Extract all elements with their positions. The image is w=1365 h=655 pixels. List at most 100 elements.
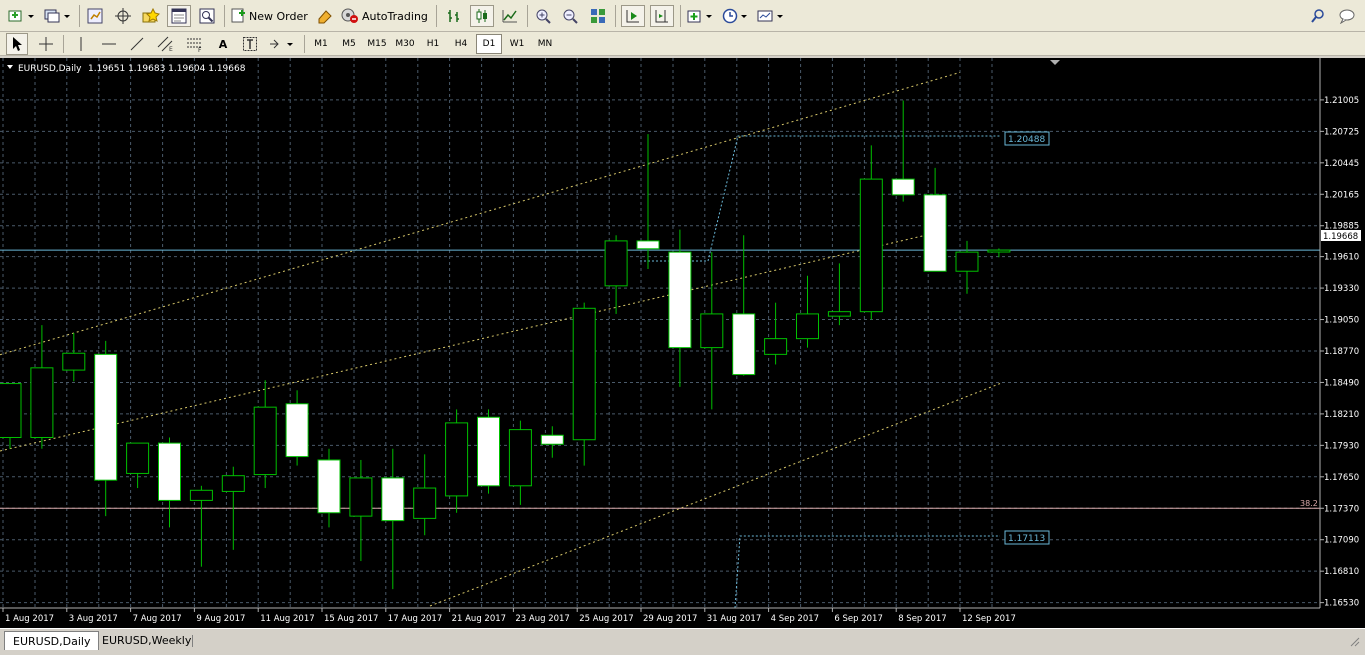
time-tick-label: 4 Sep 2017 (771, 614, 819, 624)
candlestick-icon[interactable] (470, 5, 494, 27)
price-tick-label: 1.18210 (1324, 410, 1359, 420)
svg-text:F: F (198, 47, 202, 52)
candle-body (764, 338, 788, 355)
data-window-icon[interactable] (140, 5, 162, 27)
time-tick-label: 7 Aug 2017 (133, 614, 182, 624)
navigator-icon[interactable] (112, 5, 134, 27)
indicators-icon[interactable] (686, 5, 716, 27)
chart-shift-marker-icon[interactable] (1050, 60, 1060, 65)
ohlc-readout: 1.19651 1.19683 1.19604 1.19668 (88, 64, 246, 74)
timeframe-mn[interactable]: MN (532, 34, 558, 54)
chart-header: EURUSD,Daily 1.19651 1.19683 1.19604 1.1… (7, 64, 246, 74)
timeframe-m5[interactable]: M5 (336, 34, 362, 54)
terminal-icon[interactable] (167, 5, 191, 27)
metaeditor-icon[interactable] (314, 5, 336, 27)
search-icon[interactable] (1308, 5, 1328, 27)
candle-body (891, 178, 915, 196)
horizontal-line-icon[interactable] (98, 33, 120, 55)
timeframe-h1[interactable]: H1 (420, 34, 446, 54)
chart-menu-icon[interactable] (7, 65, 13, 69)
candle-body (253, 406, 277, 476)
price-tick-label: 1.20725 (1324, 127, 1359, 137)
vertical-line-icon[interactable] (70, 33, 92, 55)
trendline-icon[interactable] (126, 33, 148, 55)
equidistant-channel-icon[interactable]: E (154, 33, 178, 55)
autotrading-button[interactable]: AutoTrading (341, 5, 428, 27)
text-icon[interactable]: A (212, 33, 234, 55)
candle-body (923, 194, 947, 272)
candle-body (604, 240, 628, 287)
cursor-icon[interactable] (6, 33, 28, 55)
profiles-icon[interactable] (42, 5, 74, 27)
upper-price-marker[interactable]: 1.20488 (1004, 131, 1050, 146)
new-chart-icon[interactable] (6, 5, 38, 27)
current-price-text: 1.19668 (1323, 232, 1358, 242)
price-tick-label: 1.19050 (1324, 316, 1359, 326)
candle-body (0, 383, 22, 438)
candle-body (94, 353, 118, 481)
price-tick-label: 1.21005 (1324, 96, 1359, 106)
fibonacci-icon[interactable]: F (183, 33, 207, 55)
candles (0, 100, 1011, 590)
text-label-icon[interactable] (239, 33, 261, 55)
time-tick-label: 23 Aug 2017 (515, 614, 569, 624)
time-tick-label: 9 Aug 2017 (196, 614, 245, 624)
resize-grip-icon[interactable] (1350, 637, 1360, 647)
time-tick-label: 6 Sep 2017 (834, 614, 882, 624)
new-order-label: New Order (249, 9, 308, 23)
zoom-in-icon[interactable] (532, 5, 554, 27)
candle-body (158, 442, 181, 501)
lower-price-marker[interactable]: 1.17113 (1004, 530, 1050, 545)
candle-body (955, 251, 979, 272)
lower-marker-text: 1.17113 (1008, 534, 1045, 544)
tab-divider (192, 635, 193, 647)
periods-icon[interactable] (721, 5, 751, 27)
arrows-icon[interactable] (266, 33, 298, 55)
price-chart[interactable]: 1.210051.207251.204451.201651.198851.196… (0, 58, 1365, 628)
tile-windows-icon[interactable] (587, 5, 609, 27)
new-order-icon (230, 7, 246, 26)
time-tick-label: 25 Aug 2017 (579, 614, 633, 624)
timeframe-m1[interactable]: M1 (308, 34, 334, 54)
candle-body (477, 416, 500, 487)
zoom-out-icon[interactable] (559, 5, 581, 27)
autotrading-icon (341, 7, 359, 26)
tab-eurusd-daily[interactable]: EURUSD,Daily (4, 631, 100, 650)
candle-body (508, 429, 532, 487)
price-tick-label: 1.19330 (1324, 284, 1359, 294)
chart-window[interactable]: 1.21005 1.20725 1.20445 1.20165 1.19885 1.196… (0, 58, 1365, 628)
market-watch-icon[interactable] (84, 5, 106, 27)
timeframe-w1[interactable]: W1 (504, 34, 530, 54)
time-tick-label: 21 Aug 2017 (452, 614, 506, 624)
crosshair-icon[interactable] (35, 33, 57, 55)
time-tick-label: 3 Aug 2017 (69, 614, 118, 624)
time-tick-label: 15 Aug 2017 (324, 614, 378, 624)
price-tick-label: 1.18770 (1324, 347, 1359, 357)
bar-chart-icon[interactable] (443, 5, 465, 27)
candle-body (285, 403, 309, 458)
price-tick-label: 1.17650 (1324, 473, 1359, 483)
new-order-button[interactable]: New Order (230, 5, 308, 27)
svg-text:E: E (169, 46, 173, 52)
chart-shift-icon[interactable] (650, 5, 674, 27)
timeframe-m30[interactable]: M30 (392, 34, 418, 54)
timeframe-h4[interactable]: H4 (448, 34, 474, 54)
timeframe-m15[interactable]: M15 (364, 34, 390, 54)
symbol-label: EURUSD,Daily (18, 64, 82, 74)
line-chart-icon[interactable] (499, 5, 521, 27)
candle-body (859, 178, 883, 313)
price-tick-label: 1.19610 (1324, 253, 1359, 263)
autoscroll-icon[interactable] (621, 5, 645, 27)
tab-eurusd-weekly[interactable]: EURUSD,Weekly (94, 631, 199, 650)
channel-upper-line (0, 71, 961, 356)
templates-icon[interactable] (756, 5, 786, 27)
candle-body (189, 489, 213, 501)
current-price-label: 1.19668 (1321, 230, 1361, 242)
time-tick-label: 29 Aug 2017 (643, 614, 697, 624)
chat-icon[interactable] (1336, 5, 1358, 27)
time-tick-label: 31 Aug 2017 (707, 614, 761, 624)
strategy-tester-icon[interactable] (196, 5, 218, 27)
candle-body (62, 352, 86, 371)
candle-body (126, 442, 150, 474)
timeframe-d1[interactable]: D1 (476, 34, 502, 54)
